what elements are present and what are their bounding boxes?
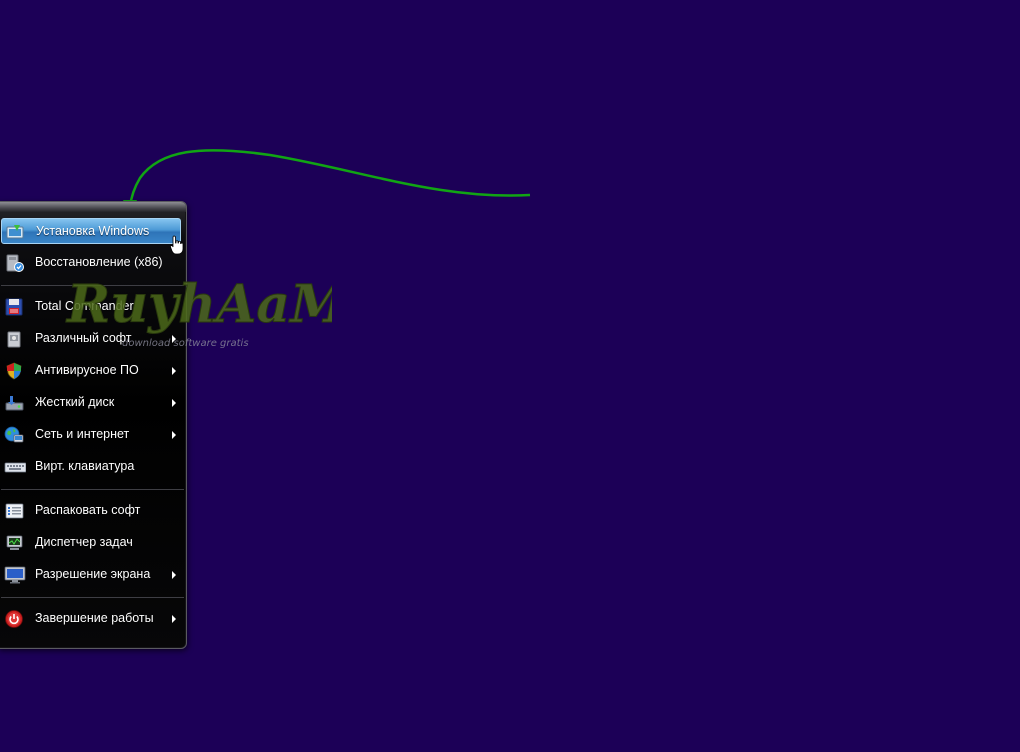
task-manager-icon xyxy=(4,533,24,553)
menu-item-hard-disk[interactable]: Жесткий диск xyxy=(1,390,181,416)
recovery-icon xyxy=(4,253,24,273)
menu-item-label: Установка Windows xyxy=(36,224,150,238)
menu-separator xyxy=(1,489,184,490)
power-icon xyxy=(4,609,24,629)
menu-item-label: Различный софт xyxy=(35,331,132,345)
menu-item-virtual-keyboard[interactable]: Вирт. клавиатура xyxy=(1,454,181,480)
menu-item-label: Завершение работы xyxy=(35,611,154,625)
menu-item-total-commander[interactable]: Total Commander xyxy=(1,294,181,320)
menu-item-label: Антивирусное ПО xyxy=(35,363,139,377)
software-box-icon xyxy=(4,329,24,349)
menu-item-unpack-software[interactable]: Распаковать софт xyxy=(1,498,181,524)
shield-icon xyxy=(4,361,24,381)
network-globe-icon xyxy=(4,425,24,445)
menu-item-recovery[interactable]: Восстановление (x86) xyxy=(1,250,181,276)
menu-top-bar xyxy=(0,202,186,212)
menu-item-label: Разрешение экрана xyxy=(35,567,151,581)
submenu-arrow-icon xyxy=(172,335,176,343)
start-menu: Установка Windows Восстановление (x86) T… xyxy=(0,201,187,649)
hand-cursor-icon xyxy=(170,235,184,255)
menu-item-network[interactable]: Сеть и интернет xyxy=(1,422,181,448)
menu-item-label: Распаковать софт xyxy=(35,503,141,517)
menu-item-windows-setup[interactable]: Установка Windows xyxy=(1,218,181,244)
monitor-icon xyxy=(4,565,26,585)
submenu-arrow-icon xyxy=(172,399,176,407)
hard-disk-icon xyxy=(4,393,24,413)
menu-item-misc-software[interactable]: Различный софт xyxy=(1,326,181,352)
menu-item-antivirus[interactable]: Антивирусное ПО xyxy=(1,358,181,384)
menu-item-label: Диспетчер задач xyxy=(35,535,133,549)
keyboard-icon xyxy=(4,457,27,477)
menu-item-task-manager[interactable]: Диспетчер задач xyxy=(1,530,181,556)
submenu-arrow-icon xyxy=(172,367,176,375)
menu-item-screen-resolution[interactable]: Разрешение экрана xyxy=(1,562,181,588)
submenu-arrow-icon xyxy=(172,571,176,579)
menu-item-label: Вирт. клавиатура xyxy=(35,459,135,473)
menu-item-shutdown[interactable]: Завершение работы xyxy=(1,606,181,632)
windows-setup-icon xyxy=(5,222,25,242)
desktop: Установка Windows Восстановление (x86) T… xyxy=(0,0,1020,752)
submenu-arrow-icon xyxy=(172,431,176,439)
floppy-disk-icon xyxy=(4,297,24,317)
menu-item-label: Сеть и интернет xyxy=(35,427,130,441)
menu-item-label: Жесткий диск xyxy=(35,395,115,409)
submenu-arrow-icon xyxy=(172,615,176,623)
menu-separator xyxy=(1,597,184,598)
menu-separator xyxy=(1,285,184,286)
menu-item-label: Восстановление (x86) xyxy=(35,255,163,269)
menu-item-label: Total Commander xyxy=(35,299,134,313)
unpack-list-icon xyxy=(4,501,24,521)
